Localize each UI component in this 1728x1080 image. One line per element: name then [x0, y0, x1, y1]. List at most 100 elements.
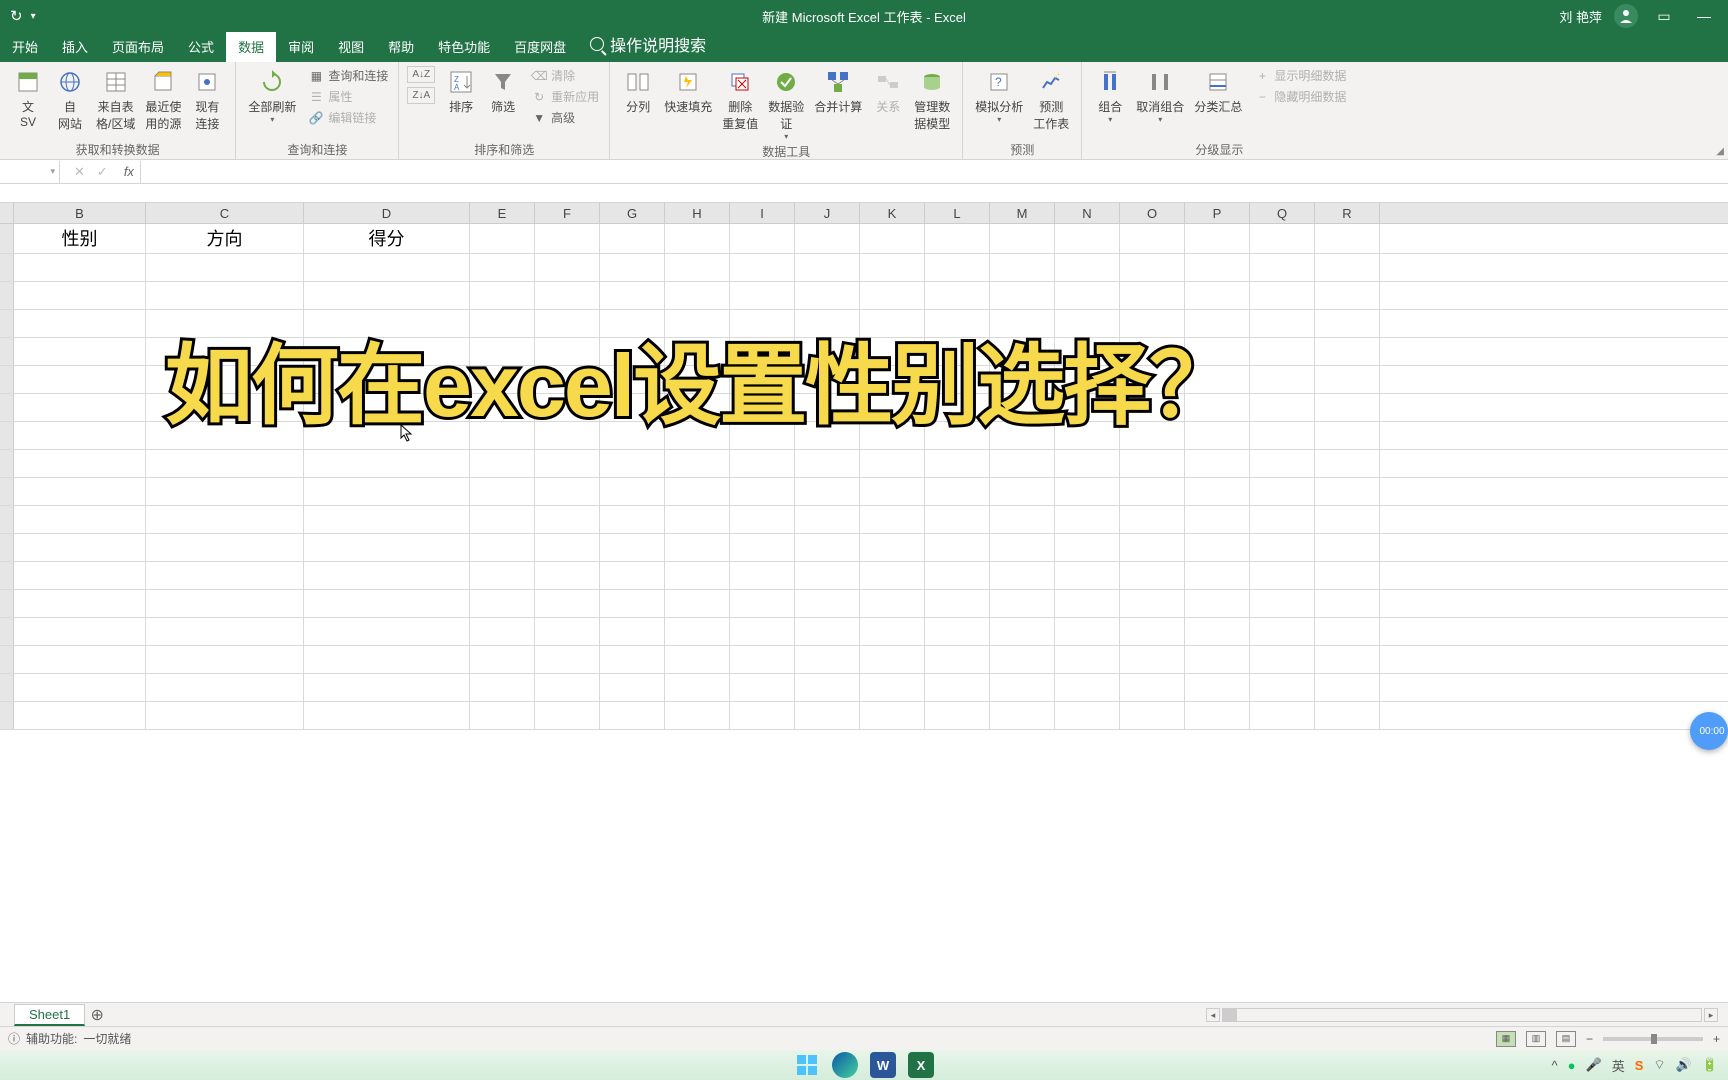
row-header[interactable]: [0, 646, 14, 673]
cell[interactable]: [14, 646, 146, 673]
cell[interactable]: [665, 534, 730, 561]
cell[interactable]: [1315, 562, 1380, 589]
cell[interactable]: [146, 254, 304, 281]
cell[interactable]: [925, 590, 990, 617]
ungroup-button[interactable]: 取消组合 ▾: [1132, 66, 1188, 126]
cell[interactable]: [1185, 646, 1250, 673]
cell[interactable]: [860, 254, 925, 281]
cell[interactable]: [304, 702, 470, 729]
cell[interactable]: [304, 674, 470, 701]
row-header[interactable]: [0, 506, 14, 533]
cell[interactable]: [730, 506, 795, 533]
cell[interactable]: [1120, 478, 1185, 505]
cell[interactable]: [795, 590, 860, 617]
tab-layout[interactable]: 页面布局: [100, 31, 176, 62]
cell[interactable]: [925, 224, 990, 253]
volume-icon[interactable]: 🔊: [1676, 1057, 1692, 1073]
cell[interactable]: [925, 534, 990, 561]
cell[interactable]: [146, 618, 304, 645]
cell[interactable]: [925, 254, 990, 281]
existing-connections-button[interactable]: 现有 连接: [187, 66, 227, 134]
cell[interactable]: [925, 478, 990, 505]
cell[interactable]: [14, 394, 146, 421]
row-header[interactable]: [0, 254, 14, 281]
cell[interactable]: [665, 562, 730, 589]
a11y-icon[interactable]: ⓘ: [8, 1030, 20, 1047]
cell[interactable]: [535, 674, 600, 701]
tab-baidu[interactable]: 百度网盘: [502, 31, 578, 62]
cell[interactable]: [14, 282, 146, 309]
cell[interactable]: [665, 450, 730, 477]
cell[interactable]: [1315, 338, 1380, 365]
remove-dup-button[interactable]: 删除 重复值: [718, 66, 762, 134]
zoom-slider[interactable]: [1603, 1037, 1703, 1041]
cell[interactable]: [470, 254, 535, 281]
cell[interactable]: [665, 478, 730, 505]
column-header[interactable]: D: [304, 203, 470, 223]
scroll-right-icon[interactable]: ▸: [1704, 1008, 1718, 1022]
column-header[interactable]: K: [860, 203, 925, 223]
cell[interactable]: [1185, 506, 1250, 533]
cell[interactable]: [1250, 618, 1315, 645]
tab-home[interactable]: 开始: [0, 31, 50, 62]
cell[interactable]: [1250, 254, 1315, 281]
cell[interactable]: [470, 282, 535, 309]
cell[interactable]: [1315, 534, 1380, 561]
sort-desc-button[interactable]: Z↓A: [407, 87, 435, 104]
cell[interactable]: [665, 224, 730, 253]
cell[interactable]: [535, 562, 600, 589]
cell[interactable]: [1315, 702, 1380, 729]
refresh-all-button[interactable]: 全部刷新 ▾: [244, 66, 300, 126]
cell[interactable]: [14, 534, 146, 561]
column-header[interactable]: Q: [1250, 203, 1315, 223]
cell[interactable]: [1250, 590, 1315, 617]
from-csv-button[interactable]: 文 SV: [8, 66, 48, 131]
cell[interactable]: [1055, 590, 1120, 617]
excel-icon[interactable]: X: [908, 1052, 934, 1078]
cell[interactable]: [304, 618, 470, 645]
mic-icon[interactable]: 🎤: [1586, 1057, 1602, 1073]
word-icon[interactable]: W: [870, 1052, 896, 1078]
timer-badge[interactable]: 00:00: [1690, 712, 1728, 750]
cell[interactable]: [535, 702, 600, 729]
horizontal-scrollbar[interactable]: ◂ ▸: [1206, 1008, 1718, 1022]
cell[interactable]: [470, 224, 535, 253]
cell[interactable]: [665, 702, 730, 729]
name-box[interactable]: ▾: [0, 161, 60, 183]
row-header[interactable]: [0, 562, 14, 589]
cell[interactable]: [304, 590, 470, 617]
cell[interactable]: [1315, 590, 1380, 617]
tab-formula[interactable]: 公式: [176, 31, 226, 62]
cell[interactable]: [730, 254, 795, 281]
cell[interactable]: [795, 254, 860, 281]
add-sheet-button[interactable]: ⊕: [85, 1005, 109, 1025]
cell[interactable]: [1250, 338, 1315, 365]
cell[interactable]: [1185, 562, 1250, 589]
cell[interactable]: [1315, 254, 1380, 281]
cell[interactable]: [600, 478, 665, 505]
cell[interactable]: [1315, 450, 1380, 477]
cell[interactable]: [730, 562, 795, 589]
cell[interactable]: [1185, 450, 1250, 477]
cell[interactable]: [795, 478, 860, 505]
cell[interactable]: [860, 590, 925, 617]
cell[interactable]: [470, 590, 535, 617]
row-header[interactable]: [0, 618, 14, 645]
cell[interactable]: [535, 224, 600, 253]
advanced-button[interactable]: ▼高级: [529, 108, 601, 127]
row-header[interactable]: [0, 450, 14, 477]
cell[interactable]: [535, 282, 600, 309]
sheet-tab[interactable]: Sheet1: [14, 1004, 85, 1026]
column-header[interactable]: F: [535, 203, 600, 223]
column-header[interactable]: H: [665, 203, 730, 223]
cell[interactable]: [1055, 534, 1120, 561]
battery-icon[interactable]: 🔋: [1702, 1057, 1718, 1073]
column-header[interactable]: E: [470, 203, 535, 223]
cell[interactable]: [1055, 450, 1120, 477]
qat-dropdown-icon[interactable]: ▾: [31, 11, 36, 22]
cell[interactable]: [14, 674, 146, 701]
cell[interactable]: [860, 674, 925, 701]
cell[interactable]: [1315, 366, 1380, 393]
cell[interactable]: [925, 618, 990, 645]
page-break-button[interactable]: ▤: [1556, 1031, 1576, 1047]
